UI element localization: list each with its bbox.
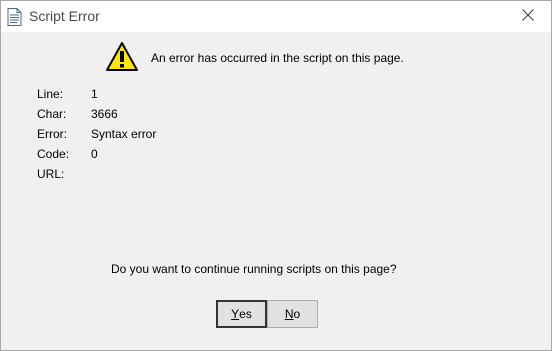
warning-icon bbox=[105, 41, 139, 73]
yes-mnemonic: Y bbox=[231, 307, 240, 321]
detail-value: 0 bbox=[91, 147, 98, 161]
detail-value: 1 bbox=[91, 87, 98, 101]
detail-label: Char: bbox=[37, 107, 67, 121]
detail-label: Line: bbox=[37, 87, 64, 101]
dialog-body: An error has occurred in the script on t… bbox=[1, 32, 551, 350]
title-bar[interactable]: Script Error bbox=[1, 1, 551, 32]
script-error-dialog: Script Error An error has occurred in th… bbox=[0, 0, 552, 351]
window-title: Script Error bbox=[29, 8, 100, 24]
document-icon bbox=[7, 8, 22, 26]
detail-value: Syntax error bbox=[91, 127, 157, 141]
no-button[interactable]: No bbox=[267, 300, 318, 328]
detail-label: Error: bbox=[37, 127, 67, 141]
yes-label-rest: es bbox=[239, 307, 252, 321]
error-message: An error has occurred in the script on t… bbox=[151, 51, 404, 65]
yes-button[interactable]: Yes bbox=[216, 300, 267, 328]
close-button[interactable] bbox=[505, 1, 551, 32]
detail-label: Code: bbox=[37, 147, 70, 161]
no-label-rest: o bbox=[293, 307, 301, 321]
detail-value: 3666 bbox=[91, 107, 118, 121]
close-icon bbox=[522, 9, 534, 24]
detail-label: URL: bbox=[37, 167, 65, 181]
continue-question: Do you want to continue running scripts … bbox=[111, 262, 397, 276]
no-mnemonic: N bbox=[284, 307, 294, 321]
